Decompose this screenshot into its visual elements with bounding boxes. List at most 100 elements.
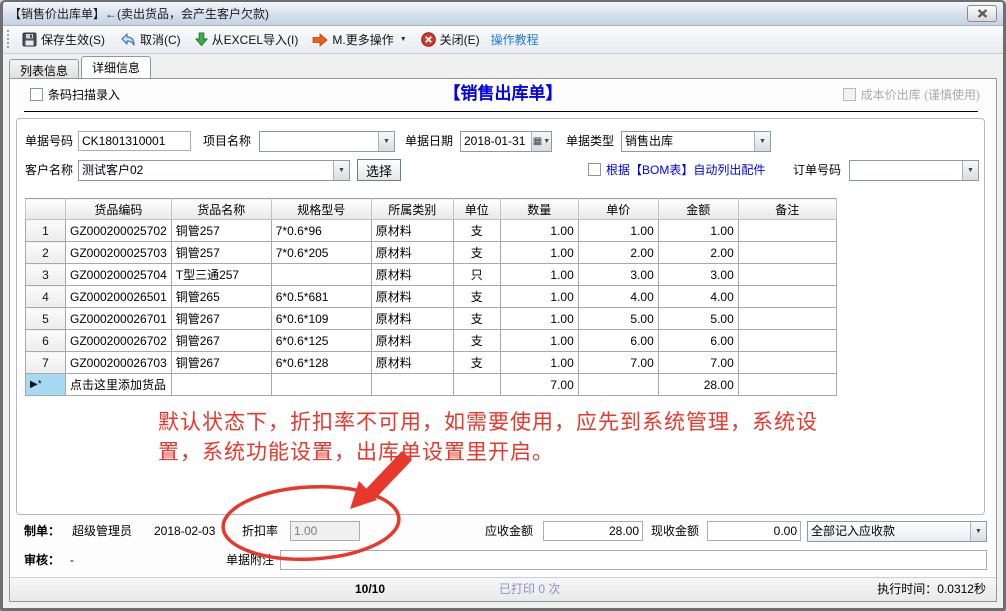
excel-import-button[interactable]: 从EXCEL导入(I) [188,29,306,50]
cell-qty[interactable]: 1.00 [500,242,578,264]
cancel-button[interactable]: 取消(C) [112,29,188,50]
row-selector[interactable]: 7 [26,352,66,374]
cell-note[interactable] [738,220,836,242]
cell-note[interactable] [738,264,836,286]
cell-note[interactable] [738,308,836,330]
close-form-button[interactable]: 关闭(E) [414,29,487,50]
cell-category[interactable] [371,374,453,396]
cell-name[interactable]: T型三通257 [171,264,271,286]
receivable-input[interactable] [543,521,643,541]
cell-spec[interactable]: 7*0.6*205 [271,242,371,264]
row-selector[interactable]: 6 [26,330,66,352]
cell-category[interactable]: 原材料 [371,264,453,286]
cell-code[interactable]: GZ000200025702 [66,220,172,242]
received-input[interactable] [707,521,801,541]
row-selector[interactable]: 4 [26,286,66,308]
cell-code[interactable]: GZ000200026702 [66,330,172,352]
cell-spec[interactable]: 6*0.6*125 [271,330,371,352]
cell-unit[interactable]: 支 [453,308,500,330]
project-combo[interactable]: ▼ [259,131,395,152]
cell-name[interactable]: 铜管267 [171,308,271,330]
cell-amount[interactable]: 6.00 [658,330,738,352]
cell-price[interactable] [578,374,658,396]
cell-name[interactable] [171,374,271,396]
cell-code[interactable]: GZ000200025704 [66,264,172,286]
cell-category[interactable]: 原材料 [371,286,453,308]
tab-detail-info[interactable]: 详细信息 [81,56,151,78]
more-actions-button[interactable]: M.更多操作 ▼ [305,29,413,50]
cell-category[interactable]: 原材料 [371,308,453,330]
cell-qty[interactable]: 1.00 [500,264,578,286]
record-mode-combo[interactable]: 全部记入应收款 ▼ [807,521,987,542]
cell-price[interactable]: 7.00 [578,352,658,374]
cell-code[interactable]: GZ000200026701 [66,308,172,330]
tutorial-link[interactable]: 操作教程 [491,31,539,48]
cell-amount[interactable]: 4.00 [658,286,738,308]
cell-note[interactable] [738,374,836,396]
cell-name[interactable]: 铜管257 [171,220,271,242]
cell-qty[interactable]: 1.00 [500,308,578,330]
customer-combo[interactable]: 测试客户02 ▼ [78,160,350,181]
cell-name[interactable]: 铜管257 [171,242,271,264]
cell-spec[interactable]: 6*0.6*109 [271,308,371,330]
cell-category[interactable]: 原材料 [371,352,453,374]
cell-category[interactable]: 原材料 [371,242,453,264]
new-row-marker[interactable]: ▶* [26,374,66,396]
cell-note[interactable] [738,352,836,374]
cell-spec[interactable]: 7*0.6*96 [271,220,371,242]
cell-name[interactable]: 铜管267 [171,352,271,374]
cell-code[interactable]: GZ000200026703 [66,352,172,374]
cell-unit[interactable] [453,374,500,396]
add-item-cell[interactable]: 点击这里添加货品 [66,374,172,396]
cell-spec[interactable] [271,374,371,396]
cell-unit[interactable]: 支 [453,242,500,264]
cell-code[interactable]: GZ000200026501 [66,286,172,308]
doc-no-input[interactable] [78,131,191,151]
cell-price[interactable]: 4.00 [578,286,658,308]
cell-note[interactable] [738,330,836,352]
doc-date-picker[interactable]: 2018-01-31 ▦▼ [460,131,552,152]
cell-spec[interactable] [271,264,371,286]
cell-unit[interactable]: 支 [453,286,500,308]
tab-list-info[interactable]: 列表信息 [9,59,79,78]
cell-code[interactable]: GZ000200025703 [66,242,172,264]
cell-price[interactable]: 3.00 [578,264,658,286]
cell-name[interactable]: 铜管265 [171,286,271,308]
cell-qty[interactable]: 1.00 [500,352,578,374]
doc-note-input[interactable] [280,550,987,570]
cell-unit[interactable]: 支 [453,352,500,374]
select-customer-button[interactable]: 选择 [357,159,401,181]
doc-type-combo[interactable]: 销售出库 ▼ [621,131,771,152]
cell-price[interactable]: 6.00 [578,330,658,352]
orange-right-arrow-icon [312,33,328,47]
cell-qty[interactable]: 1.00 [500,220,578,242]
cell-amount[interactable]: 2.00 [658,242,738,264]
cell-amount[interactable]: 7.00 [658,352,738,374]
cell-price[interactable]: 5.00 [578,308,658,330]
cell-category[interactable]: 原材料 [371,220,453,242]
window-close-button[interactable] [967,5,997,22]
row-selector[interactable]: 3 [26,264,66,286]
row-selector[interactable]: 5 [26,308,66,330]
row-selector[interactable]: 1 [26,220,66,242]
cell-qty[interactable]: 1.00 [500,286,578,308]
cell-amount[interactable]: 1.00 [658,220,738,242]
cell-unit[interactable]: 支 [453,330,500,352]
cell-unit[interactable]: 只 [453,264,500,286]
order-no-combo[interactable]: ▼ [849,160,979,181]
cell-name[interactable]: 铜管267 [171,330,271,352]
cell-amount[interactable]: 3.00 [658,264,738,286]
cell-spec[interactable]: 6*0.5*681 [271,286,371,308]
cell-spec[interactable]: 6*0.6*128 [271,352,371,374]
cell-amount[interactable]: 5.00 [658,308,738,330]
row-selector[interactable]: 2 [26,242,66,264]
cell-price[interactable]: 1.00 [578,220,658,242]
cell-qty[interactable]: 1.00 [500,330,578,352]
cell-price[interactable]: 2.00 [578,242,658,264]
save-button[interactable]: 保存生效(S) [15,29,112,50]
bom-checkbox[interactable]: 根据【BOM表】自动列出配件 [588,160,765,181]
cell-note[interactable] [738,242,836,264]
cell-category[interactable]: 原材料 [371,330,453,352]
cell-note[interactable] [738,286,836,308]
cell-unit[interactable]: 支 [453,220,500,242]
